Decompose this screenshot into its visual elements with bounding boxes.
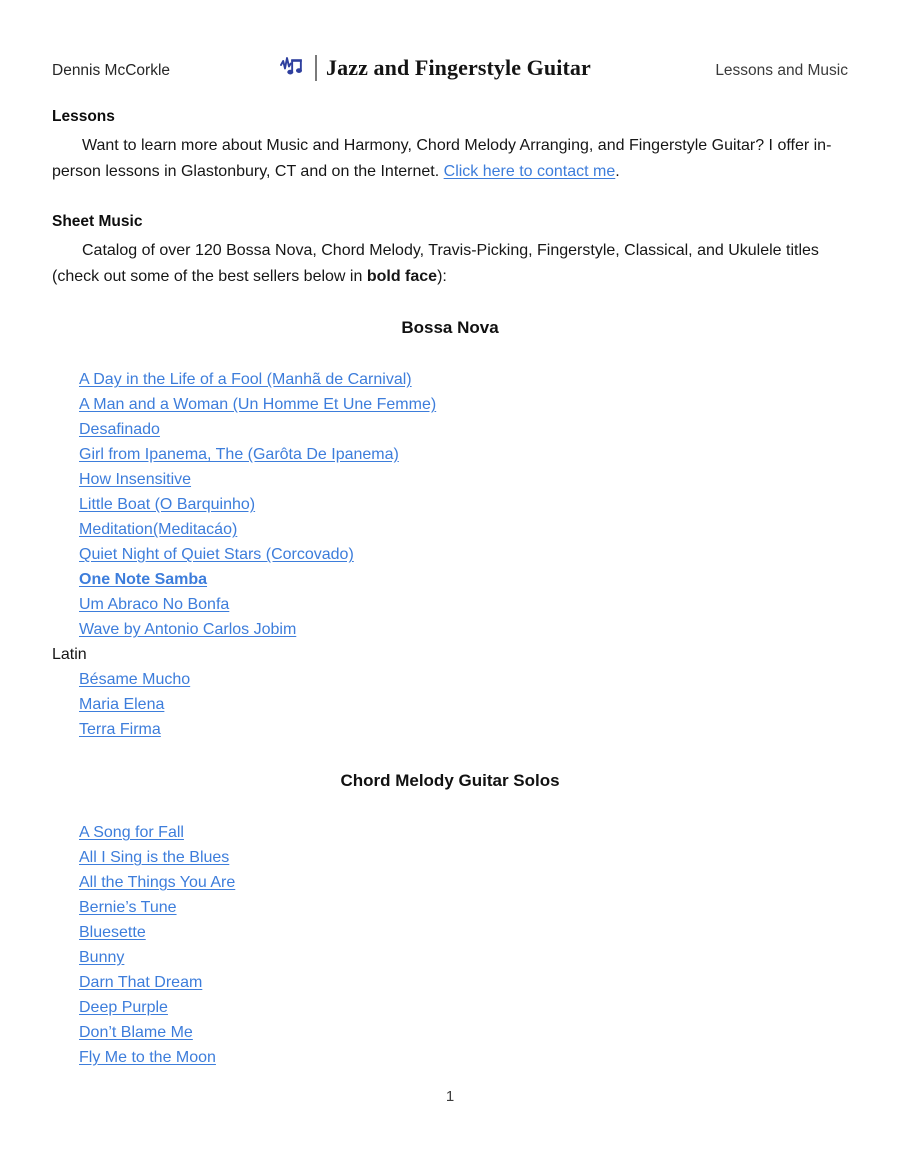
song-link[interactable]: Fly Me to the Moon <box>79 1049 216 1066</box>
list-item: Maria Elena <box>79 692 848 717</box>
song-link[interactable]: How Insensitive <box>79 471 191 488</box>
song-link[interactable]: Girl from Ipanema, The (Garôta De Ipanem… <box>79 446 399 463</box>
song-link[interactable]: Maria Elena <box>79 696 164 713</box>
list-item: How Insensitive <box>79 467 848 492</box>
list-item: All the Things You Are <box>79 870 848 895</box>
list-item: Bésame Mucho <box>79 667 848 692</box>
list-item: Don’t Blame Me <box>79 1020 848 1045</box>
song-list-chord-melody: A Song for Fall All I Sing is the Blues … <box>52 820 848 1070</box>
list-item: Bernie’s Tune <box>79 895 848 920</box>
song-link[interactable]: Bluesette <box>79 924 146 941</box>
page-number: 1 <box>445 1088 455 1105</box>
list-item: A Song for Fall <box>79 820 848 845</box>
sheet-music-text-after: ): <box>437 267 447 285</box>
song-link[interactable]: All I Sing is the Blues <box>79 849 229 866</box>
header-author: Dennis McCorkle <box>52 62 171 79</box>
song-list-latin: Bésame Mucho Maria Elena Terra Firma <box>52 667 848 742</box>
song-link[interactable]: Um Abraco No Bonfa <box>79 596 229 613</box>
list-item: Fly Me to the Moon <box>79 1045 848 1070</box>
song-link-best-seller[interactable]: One Note Samba <box>79 571 207 588</box>
sheet-music-paragraph: Catalog of over 120 Bossa Nova, Chord Me… <box>52 238 848 289</box>
contact-link[interactable]: Click here to contact me <box>444 163 616 180</box>
list-item: Bluesette <box>79 920 848 945</box>
song-link[interactable]: A Day in the Life of a Fool (Manhã de Ca… <box>79 371 412 388</box>
list-item: Terra Firma <box>79 717 848 742</box>
song-link[interactable]: Bunny <box>79 949 124 966</box>
section-heading-bossa-nova: Bossa Nova <box>401 318 499 337</box>
song-link[interactable]: A Man and a Woman (Un Homme Et Une Femme… <box>79 396 436 413</box>
song-link[interactable]: Bernie’s Tune <box>79 899 177 916</box>
list-item: Desafinado <box>79 417 848 442</box>
list-item: Darn That Dream <box>79 970 848 995</box>
list-item: Bunny <box>79 945 848 970</box>
list-item: A Man and a Woman (Un Homme Et Une Femme… <box>79 392 848 417</box>
document-page: Dennis McCorkle Jazz and Fingerstyle Gui… <box>0 0 900 1164</box>
document-body: Lessons Want to learn more about Music a… <box>52 106 848 1070</box>
list-item: Wave by Antonio Carlos Jobim <box>79 617 848 642</box>
music-note-waveform-icon <box>280 55 310 81</box>
song-link[interactable]: A Song for Fall <box>79 824 184 841</box>
song-link[interactable]: Terra Firma <box>79 721 161 738</box>
lessons-heading: Lessons <box>52 108 115 125</box>
list-item: Girl from Ipanema, The (Garôta De Ipanem… <box>79 442 848 467</box>
list-item: Quiet Night of Quiet Stars (Corcovado) <box>79 542 848 567</box>
song-link[interactable]: Darn That Dream <box>79 974 202 991</box>
song-link[interactable]: All the Things You Are <box>79 874 235 891</box>
list-item: A Day in the Life of a Fool (Manhã de Ca… <box>79 367 848 392</box>
song-link[interactable]: Desafinado <box>79 421 160 438</box>
subgroup-label-latin: Latin <box>52 646 87 663</box>
song-link[interactable]: Meditation(Meditacáo) <box>79 521 237 538</box>
header-brand: Jazz and Fingerstyle Guitar <box>280 51 591 85</box>
lessons-paragraph: Want to learn more about Music and Harmo… <box>52 133 848 184</box>
header-subtitle: Lessons and Music <box>715 62 848 79</box>
song-link[interactable]: Little Boat (O Barquinho) <box>79 496 255 513</box>
header-title: Jazz and Fingerstyle Guitar <box>326 55 591 80</box>
document-header: Dennis McCorkle Jazz and Fingerstyle Gui… <box>52 55 848 91</box>
list-item: Little Boat (O Barquinho) <box>79 492 848 517</box>
song-link[interactable]: Don’t Blame Me <box>79 1024 193 1041</box>
list-item: All I Sing is the Blues <box>79 845 848 870</box>
song-link[interactable]: Wave by Antonio Carlos Jobim <box>79 621 296 638</box>
song-list-bossa-nova: A Day in the Life of a Fool (Manhã de Ca… <box>52 367 848 642</box>
lessons-text-before: Want to learn more about Music and Harmo… <box>52 137 832 180</box>
section-heading-chord-melody: Chord Melody Guitar Solos <box>340 771 560 790</box>
list-item: Um Abraco No Bonfa <box>79 592 848 617</box>
song-link[interactable]: Deep Purple <box>79 999 168 1016</box>
song-link[interactable]: Quiet Night of Quiet Stars (Corcovado) <box>79 546 354 563</box>
lessons-text-after: . <box>615 162 620 180</box>
sheet-music-text-bold: bold face <box>366 267 438 285</box>
list-item: Deep Purple <box>79 995 848 1020</box>
header-divider <box>315 55 317 81</box>
list-item: Meditation(Meditacáo) <box>79 517 848 542</box>
sheet-music-heading: Sheet Music <box>52 213 143 230</box>
list-item: One Note Samba <box>79 567 848 592</box>
song-link[interactable]: Bésame Mucho <box>79 671 190 688</box>
